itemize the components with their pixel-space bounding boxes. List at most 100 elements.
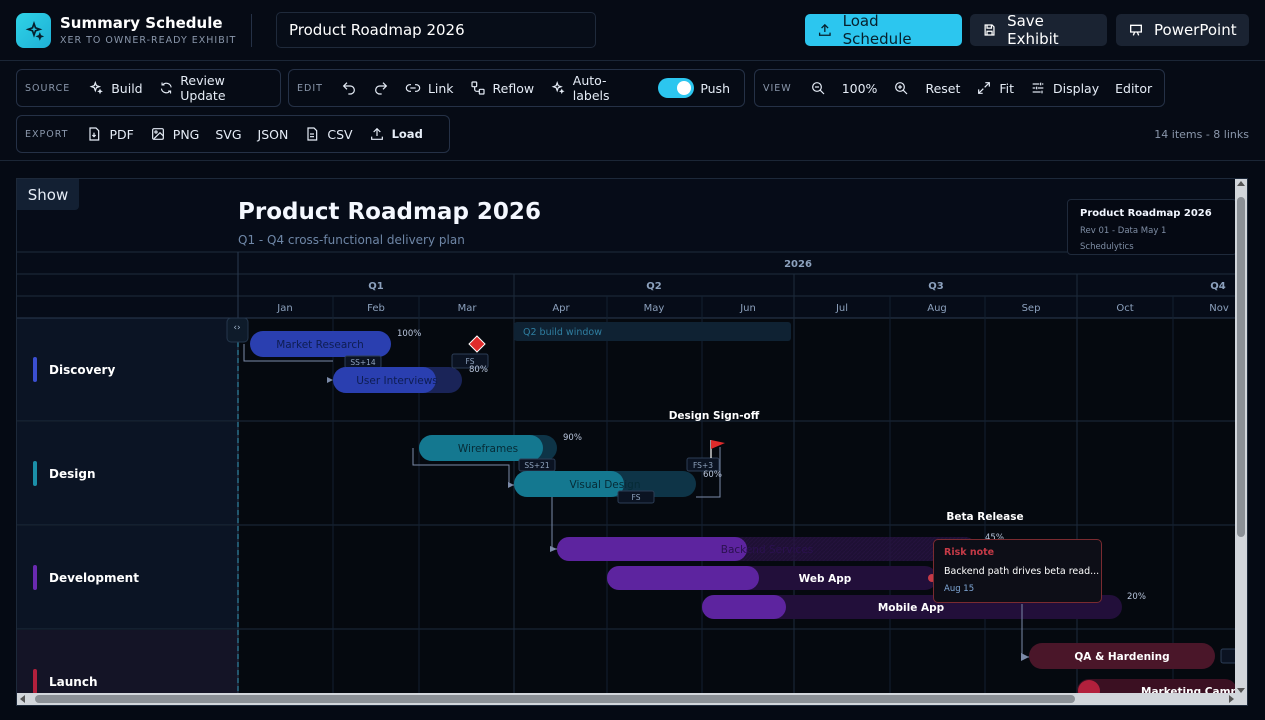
drag-handle-icon: ‹› xyxy=(233,323,240,333)
load-button[interactable]: Load xyxy=(363,119,429,149)
save-exhibit-button[interactable]: Save Exhibit xyxy=(970,12,1107,48)
scroll-up-arrow-icon[interactable] xyxy=(1237,181,1245,186)
fit-label: Fit xyxy=(999,80,1015,96)
risk-note-date: Aug 15 xyxy=(944,584,975,594)
risk-note-tooltip[interactable]: Risk note Backend path drives beta read.… xyxy=(933,539,1102,603)
export-csv-button[interactable]: CSV xyxy=(298,119,358,149)
reset-label: Reset xyxy=(925,80,961,96)
scroll-down-arrow-icon[interactable] xyxy=(1237,688,1245,693)
app-title: Summary Schedule xyxy=(60,14,223,32)
horizontal-scroll-thumb[interactable] xyxy=(35,695,1075,703)
save-exhibit-label: Save Exhibit xyxy=(1007,12,1059,48)
zoom-in-button[interactable] xyxy=(887,73,915,103)
month-label: Jan xyxy=(276,303,292,314)
task-label: QA & Hardening xyxy=(1074,651,1169,663)
link-button[interactable]: Link xyxy=(399,73,460,103)
link-tag-label: SS+14 xyxy=(350,358,376,367)
file-download-icon xyxy=(89,127,100,141)
vertical-scrollbar[interactable] xyxy=(1235,179,1247,705)
progress-label: 100% xyxy=(397,329,421,339)
load-label: Load xyxy=(391,127,423,141)
presentation-icon xyxy=(1130,24,1142,36)
export-group: EXPORT PDF PNG SVG JSON CSV Load xyxy=(16,115,450,153)
push-label: Push xyxy=(700,80,730,96)
build-label: Build xyxy=(111,80,143,96)
task-bar-web-app[interactable] xyxy=(607,566,759,590)
undo-button[interactable] xyxy=(335,73,363,103)
month-label: Mar xyxy=(458,303,478,314)
build-button[interactable]: Build xyxy=(82,73,148,103)
export-svg-label: SVG xyxy=(215,126,242,142)
zoom-in-icon xyxy=(895,82,908,95)
display-button[interactable]: Display xyxy=(1024,73,1105,103)
month-label: Oct xyxy=(1116,303,1133,314)
reflow-button[interactable]: Reflow xyxy=(464,73,541,103)
show-panel-button[interactable]: Show xyxy=(17,179,79,210)
horizontal-scrollbar[interactable] xyxy=(17,693,1237,705)
progress-label: 20% xyxy=(1127,592,1146,602)
lane-marker xyxy=(33,669,37,694)
lane-marker xyxy=(33,565,37,590)
image-icon xyxy=(151,128,164,140)
lane-marker xyxy=(33,357,37,382)
sparkle-logo-icon xyxy=(16,13,51,48)
task-label: Web App xyxy=(799,573,852,585)
vertical-scroll-thumb[interactable] xyxy=(1237,197,1245,537)
export-json-button[interactable]: JSON xyxy=(252,119,295,149)
item-link-count: 14 items - 8 links xyxy=(1154,128,1249,141)
upload-icon xyxy=(370,127,383,140)
load-schedule-button[interactable]: Load Schedule xyxy=(805,12,962,48)
powerpoint-label: PowerPoint xyxy=(1154,21,1237,39)
link-label: Link xyxy=(427,80,454,96)
schedule-title-input[interactable] xyxy=(276,12,596,48)
month-label: Apr xyxy=(552,303,570,314)
redo-icon xyxy=(375,82,388,95)
export-pdf-label: PDF xyxy=(109,126,134,142)
view-group: VIEW 100% Reset Fit Display Editor xyxy=(754,69,1165,107)
revision-org: Schedulytics xyxy=(1080,242,1134,252)
lane-marker xyxy=(33,461,37,486)
review-update-button[interactable]: Review Update xyxy=(153,73,272,103)
header-divider xyxy=(251,14,252,47)
chart-subtitle: Q1 - Q4 cross-functional delivery plan xyxy=(238,233,465,247)
gantt-canvas[interactable]: 2026 Q1 Q2 Q3 Q4 Jan Feb Mar Apr May Jun… xyxy=(16,178,1248,706)
push-toggle[interactable] xyxy=(657,78,695,98)
auto-labels-button[interactable]: Auto-labels xyxy=(544,73,648,103)
task-bar-mobile-app[interactable] xyxy=(702,595,786,619)
zoom-out-button[interactable] xyxy=(804,73,832,103)
scroll-right-arrow-icon[interactable] xyxy=(1229,695,1234,703)
risk-note-title: Risk note xyxy=(944,547,995,558)
export-json-label: JSON xyxy=(257,126,289,142)
export-svg-button[interactable]: SVG xyxy=(209,119,247,149)
reflow-label: Reflow xyxy=(492,80,535,96)
edit-group-label: EDIT xyxy=(297,82,323,94)
month-label: Nov xyxy=(1209,303,1229,314)
export-png-label: PNG xyxy=(172,126,200,142)
quarter-label: Q2 xyxy=(646,281,662,292)
editor-button[interactable]: Editor xyxy=(1109,73,1158,103)
fit-button[interactable]: Fit xyxy=(970,73,1020,103)
sliders-icon xyxy=(1032,82,1044,94)
milestone-label: Design Sign-off xyxy=(669,410,760,422)
lane-label-development: Development xyxy=(49,571,139,585)
export-csv-label: CSV xyxy=(327,126,353,142)
refresh-icon xyxy=(160,82,172,94)
auto-labels-label: Auto-labels xyxy=(572,73,610,103)
month-label: Feb xyxy=(367,303,385,314)
sparkle-icon xyxy=(89,80,104,95)
file-text-icon xyxy=(307,127,318,141)
app-header: Summary Schedule XER TO OWNER-READY EXHI… xyxy=(0,0,1265,61)
month-label: Aug xyxy=(927,303,947,314)
redo-button[interactable] xyxy=(367,73,395,103)
editor-label: Editor xyxy=(1115,80,1153,96)
revision-box: Product Roadmap 2026 Rev 01 - Data May 1… xyxy=(1067,199,1237,255)
source-group: SOURCE Build Review Update xyxy=(16,69,281,107)
powerpoint-button[interactable]: PowerPoint xyxy=(1116,14,1249,46)
export-png-button[interactable]: PNG xyxy=(144,119,206,149)
scroll-left-arrow-icon[interactable] xyxy=(20,695,25,703)
reset-button[interactable]: Reset xyxy=(919,73,966,103)
export-pdf-button[interactable]: PDF xyxy=(80,119,139,149)
zoom-level: 100% xyxy=(836,73,884,103)
toolbar: SOURCE Build Review Update EDIT Link Ref… xyxy=(0,61,1265,161)
task-bar-backend-services[interactable] xyxy=(557,537,747,561)
